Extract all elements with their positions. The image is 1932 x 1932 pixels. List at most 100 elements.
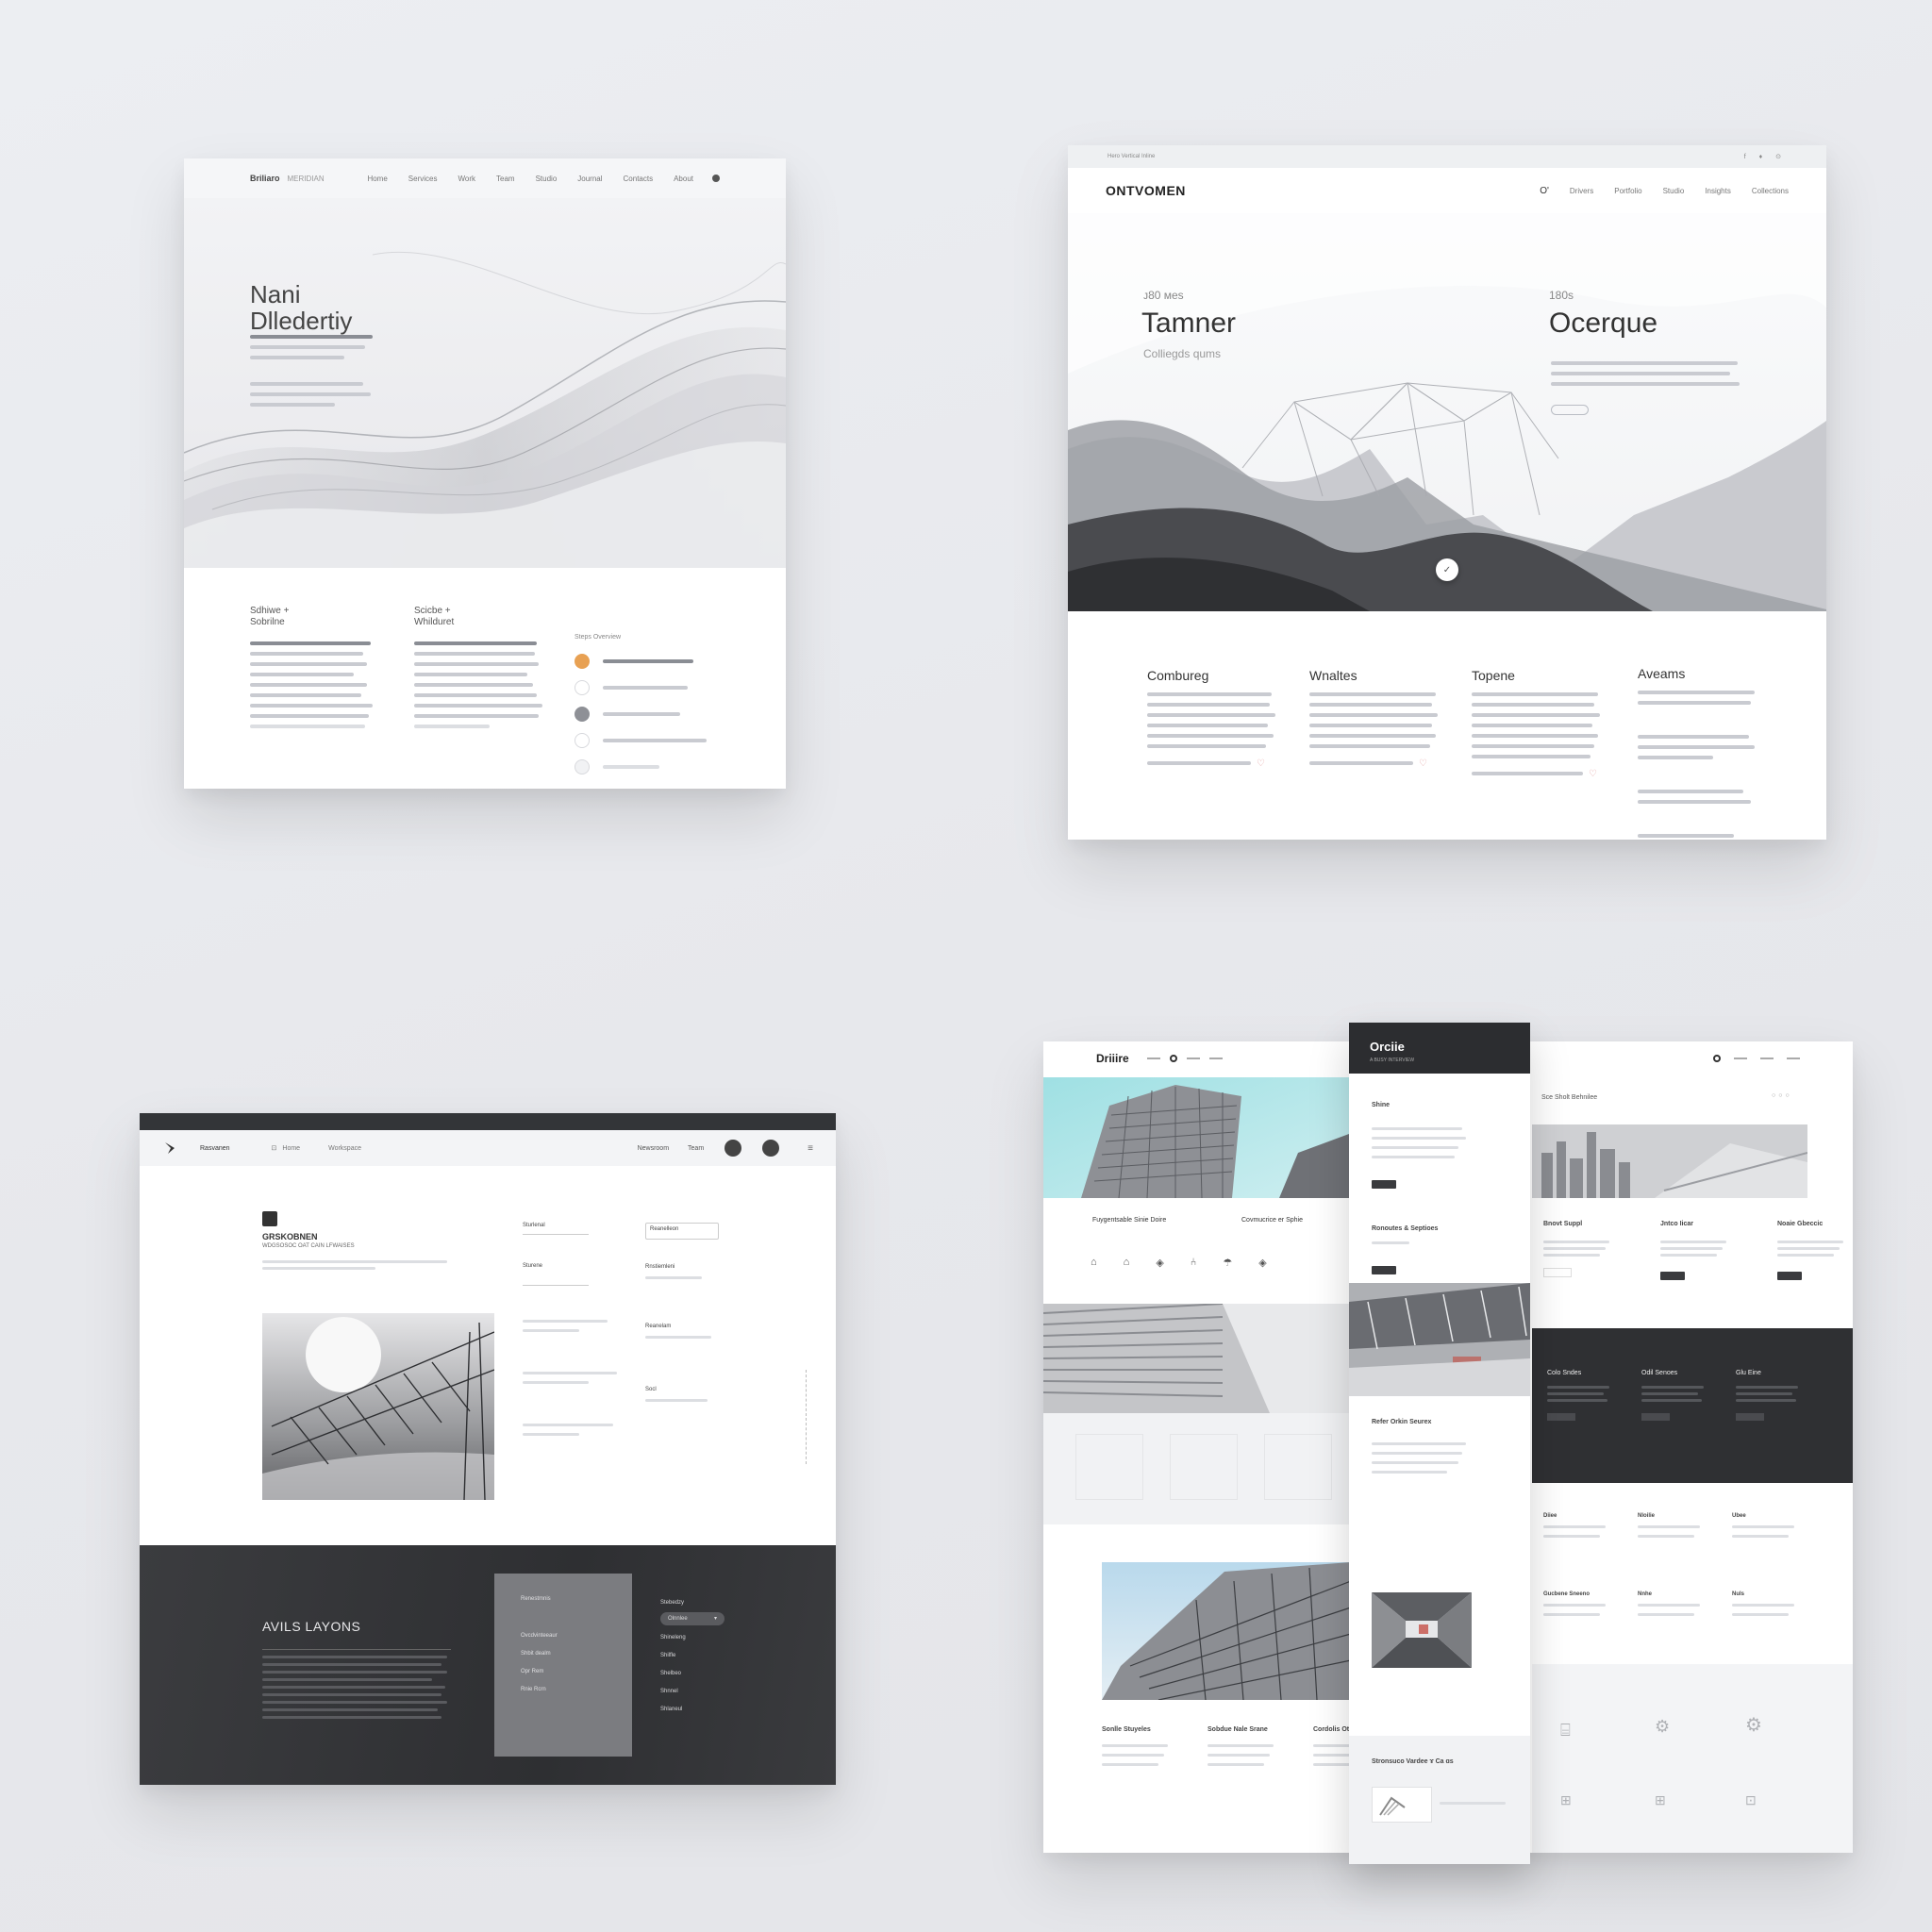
logo-icon[interactable] bbox=[162, 1141, 177, 1156]
scrollbar[interactable] bbox=[806, 1370, 808, 1464]
card-item[interactable]: Rnie Rcrn bbox=[521, 1681, 606, 1699]
nav-link[interactable]: Collections bbox=[1752, 187, 1789, 195]
step-item[interactable] bbox=[575, 648, 754, 675]
nav-link[interactable]: Team bbox=[688, 1145, 704, 1152]
diamond-icon[interactable]: ◈ bbox=[1258, 1257, 1266, 1269]
nav-link[interactable]: Home bbox=[282, 1145, 300, 1152]
menu-item[interactable]: Shnnel bbox=[660, 1683, 724, 1701]
menu-item[interactable]: Shilfle bbox=[660, 1647, 724, 1665]
drawer-button[interactable] bbox=[1372, 1266, 1396, 1274]
menu-item[interactable]: Shelbeo bbox=[660, 1665, 724, 1683]
logo[interactable]: Driiire bbox=[1096, 1052, 1129, 1065]
dark-button[interactable] bbox=[1736, 1413, 1764, 1421]
card-item[interactable]: Shbit dealm bbox=[521, 1645, 606, 1663]
thumbnail[interactable] bbox=[1372, 1787, 1432, 1823]
column-title: Sdhiwe + Sobrilne bbox=[250, 606, 290, 627]
architecture-image bbox=[262, 1313, 494, 1500]
text-input[interactable] bbox=[523, 1274, 589, 1286]
umbrella-icon[interactable]: ☂ bbox=[1223, 1257, 1232, 1269]
illustration-area: ⌸ ⚙ ⚙ ⊞ ⊞ ⊡ bbox=[1532, 1664, 1853, 1853]
dark-button[interactable] bbox=[1641, 1413, 1670, 1421]
nav-link[interactable]: Work bbox=[458, 175, 475, 183]
dropdown[interactable]: Olnnlee ▾ bbox=[660, 1612, 724, 1625]
heart-icon[interactable]: ♡ bbox=[1257, 758, 1265, 769]
nav-link[interactable]: Newsroom bbox=[638, 1145, 669, 1152]
column-button[interactable] bbox=[1543, 1268, 1572, 1277]
step-item[interactable] bbox=[575, 754, 754, 780]
target-icon[interactable] bbox=[1170, 1055, 1177, 1062]
nav-link[interactable]: Portfolio bbox=[1614, 187, 1641, 195]
menu-item[interactable]: Shineleng bbox=[660, 1629, 724, 1647]
hero-title-line: Nani bbox=[250, 280, 301, 308]
search-icon[interactable] bbox=[724, 1140, 742, 1157]
play-button[interactable]: ✓ bbox=[1436, 558, 1458, 581]
nav-link[interactable] bbox=[1734, 1058, 1747, 1059]
learn-more-button[interactable] bbox=[1551, 405, 1589, 415]
drawer-button[interactable] bbox=[1372, 1180, 1396, 1189]
icon-row: ⌂ ⌂ ◈ ⑃ ☂ ◈ bbox=[1091, 1257, 1267, 1269]
brand-name[interactable]: Rasvanen bbox=[200, 1145, 230, 1152]
nav-link[interactable] bbox=[1187, 1058, 1200, 1059]
top-strip bbox=[140, 1113, 836, 1130]
content-card[interactable] bbox=[1075, 1434, 1143, 1500]
right-section-title: Sce Sholt Behnilee bbox=[1541, 1094, 1598, 1101]
card-item[interactable]: Opr Rem bbox=[521, 1663, 606, 1681]
logo[interactable]: ONTVOMEN bbox=[1106, 183, 1186, 198]
nav-link[interactable]: Workspace bbox=[328, 1145, 361, 1152]
house-icon[interactable]: ⌂ bbox=[1124, 1257, 1130, 1269]
content-card[interactable] bbox=[1170, 1434, 1238, 1500]
nav-link[interactable]: Studio bbox=[536, 175, 558, 183]
drawer-section-title: Refer Orkin Seurex bbox=[1372, 1419, 1432, 1425]
nav-link[interactable] bbox=[1760, 1058, 1774, 1059]
nav-link[interactable]: Contacts bbox=[624, 175, 654, 183]
dark-column: Glu Eine bbox=[1736, 1370, 1802, 1421]
user-dot-icon[interactable] bbox=[712, 175, 720, 182]
column-title: Colo Sndes bbox=[1547, 1370, 1582, 1376]
nav-link[interactable] bbox=[1209, 1058, 1223, 1059]
social-icons[interactable]: f ♦ ⊙ bbox=[1744, 153, 1787, 160]
step-item[interactable] bbox=[575, 701, 754, 727]
chair-icon[interactable]: ⑃ bbox=[1191, 1257, 1197, 1269]
user-icon[interactable] bbox=[762, 1140, 780, 1157]
column-button[interactable] bbox=[1777, 1272, 1802, 1280]
drawer-section-title: Ronoutes & Septioes bbox=[1372, 1225, 1439, 1232]
drawer-logo[interactable]: Orciie bbox=[1370, 1040, 1509, 1054]
select-field[interactable]: Reanelleon bbox=[645, 1223, 719, 1240]
nav-link[interactable]: Studio bbox=[1663, 187, 1685, 195]
dark-band: Colo Sndes Odil Senoes Glu Eine bbox=[1532, 1328, 1853, 1483]
step-item[interactable] bbox=[575, 727, 754, 754]
nav-link[interactable] bbox=[1787, 1058, 1800, 1059]
footer-section: AVILS LAYONS Renestmnis Ovcdvinteeaur Sh… bbox=[140, 1545, 836, 1785]
card-item[interactable]: Ovcdvinteeaur bbox=[521, 1627, 606, 1645]
field-label: Sturene bbox=[523, 1263, 543, 1269]
nav-link[interactable]: Drivers bbox=[1570, 187, 1593, 195]
menu-item[interactable]: Shlaneul bbox=[660, 1701, 724, 1719]
nav-link[interactable]: About bbox=[674, 175, 693, 183]
sketch-icon: ⊞ bbox=[1655, 1792, 1666, 1807]
website-mockup-3: Rasvanen ⊡ Home Workspace Newsroom Team … bbox=[140, 1113, 836, 1785]
nav-link[interactable]: Team bbox=[496, 175, 515, 183]
dark-button[interactable] bbox=[1547, 1413, 1575, 1421]
carousel-dots[interactable]: ○○○ bbox=[1772, 1092, 1792, 1099]
home-icon[interactable]: ⊡ bbox=[272, 1144, 277, 1152]
heart-icon[interactable]: ♡ bbox=[1419, 758, 1427, 769]
diamond-icon[interactable]: ◈ bbox=[1156, 1257, 1163, 1269]
nav-link[interactable]: Home bbox=[367, 175, 387, 183]
logo[interactable]: Briliaro bbox=[250, 174, 280, 183]
feature-grid: Diiee Nloilie Ubee Gucbene Sneeno Nnhe N… bbox=[1543, 1513, 1826, 1623]
nav-link[interactable] bbox=[1147, 1058, 1160, 1059]
nav-link[interactable]: Insights bbox=[1705, 187, 1731, 195]
left-subheading: Colliegds qums bbox=[1143, 347, 1222, 360]
heart-icon[interactable]: ♡ bbox=[1589, 769, 1597, 779]
target-icon[interactable] bbox=[1713, 1055, 1721, 1062]
content-card[interactable] bbox=[1264, 1434, 1332, 1500]
facade-image bbox=[1043, 1304, 1349, 1413]
nav-link[interactable]: Journal bbox=[577, 175, 602, 183]
menu-icon[interactable]: ≡ bbox=[808, 1143, 813, 1154]
roof-icon[interactable]: ⌂ bbox=[1091, 1257, 1097, 1269]
nav-link[interactable]: O' bbox=[1540, 186, 1549, 196]
nav-link[interactable]: Services bbox=[408, 175, 438, 183]
column-button[interactable] bbox=[1660, 1272, 1685, 1280]
column-card: Noaie Gbeccic bbox=[1777, 1221, 1845, 1285]
step-item[interactable] bbox=[575, 675, 754, 701]
